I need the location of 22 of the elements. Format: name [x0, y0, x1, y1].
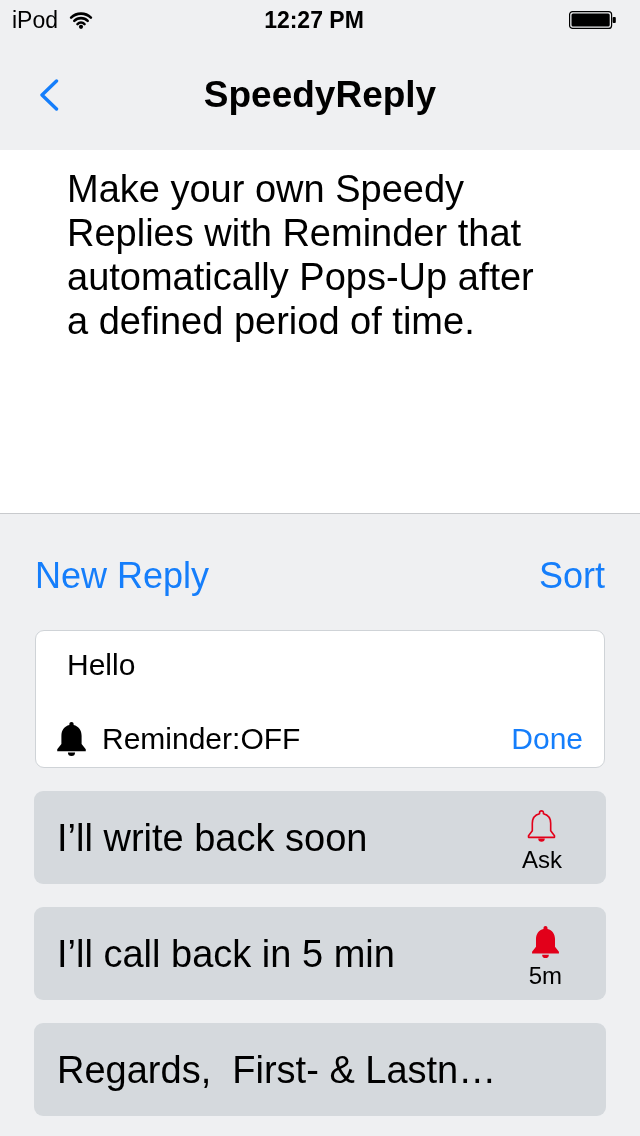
- back-button[interactable]: [39, 79, 59, 111]
- reminder-button[interactable]: 5m: [528, 917, 562, 990]
- clock-time: 12:27 PM: [264, 6, 364, 34]
- battery-icon: [569, 11, 616, 29]
- carrier-name: iPod: [12, 6, 59, 34]
- reply-row[interactable]: I’ll call back in 5 min 5m: [34, 907, 606, 1000]
- reply-text: I’ll call back in 5 min: [57, 931, 395, 977]
- bell-icon: [530, 925, 560, 958]
- reply-row[interactable]: I’ll write back soon Ask: [34, 791, 606, 884]
- reply-text: Regards, First- & Lastn…: [57, 1047, 497, 1093]
- reply-text: I’ll write back soon: [57, 815, 368, 861]
- bell-icon: [527, 809, 557, 842]
- reply-row[interactable]: Regards, First- & Lastn…: [34, 1023, 606, 1116]
- done-button[interactable]: Done: [511, 719, 583, 759]
- bell-icon: [57, 722, 86, 756]
- description-text: Make your own Speedy Replies with Reminder that automatically Pops-Up after a defined period of time.: [67, 167, 535, 343]
- reminder-toggle[interactable]: Reminder:OFF: [57, 719, 301, 759]
- reminder-button[interactable]: Ask: [522, 801, 562, 874]
- wifi-icon: [69, 11, 94, 29]
- chevron-icon: [39, 79, 59, 111]
- screen-title: SpeedyReply: [203, 73, 437, 117]
- reply-editor-field[interactable]: Hello Reminder:OFF Done: [35, 630, 605, 768]
